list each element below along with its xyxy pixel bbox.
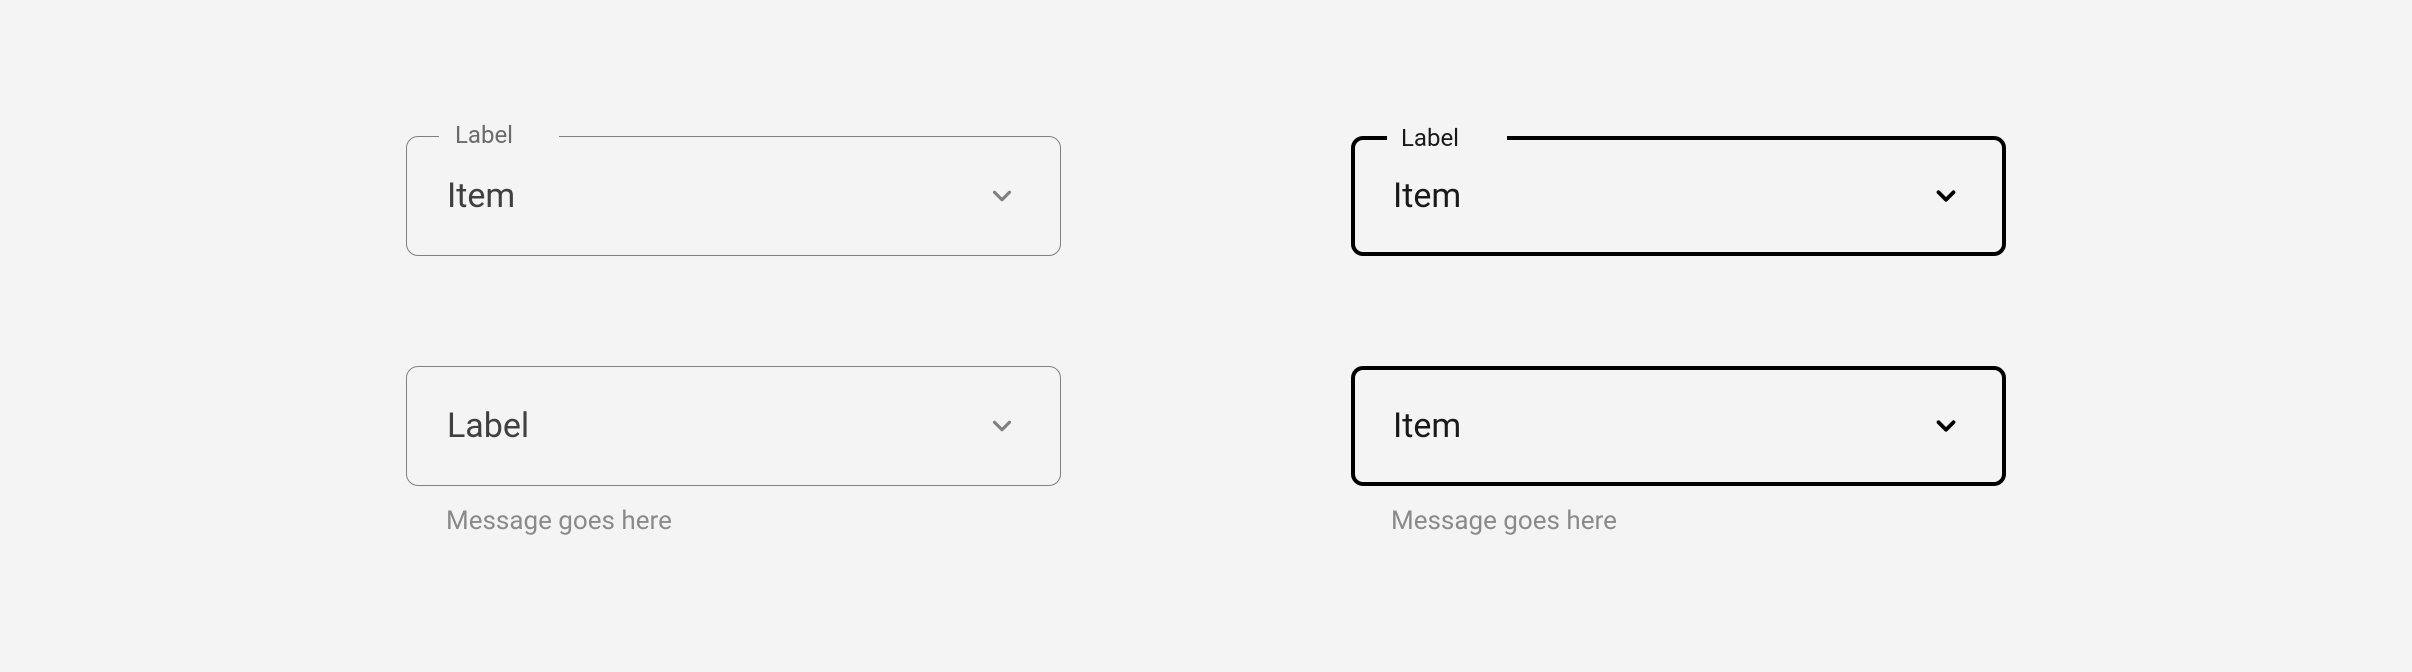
dropdown-field-focused-helper: Item Message goes here: [1351, 366, 2006, 536]
dropdown-value: Item: [1393, 406, 1928, 446]
chevron-down-icon: [984, 178, 1020, 214]
dropdown-float-label: Label: [451, 121, 517, 149]
dropdown-select[interactable]: Label: [406, 366, 1061, 486]
dropdown-field-default-labeled: Label Item: [406, 136, 1061, 256]
dropdown-helper-text: Message goes here: [446, 506, 1061, 536]
dropdown-float-label: Label: [1397, 124, 1463, 152]
dropdown-field-default-helper: Label Message goes here: [406, 366, 1061, 536]
dropdown-value: Item: [447, 176, 984, 216]
chevron-down-icon: [1928, 408, 1964, 444]
dropdown-value: Item: [1393, 176, 1928, 216]
dropdown-grid: Label Item Label Item Label: [406, 136, 2006, 536]
dropdown-select[interactable]: Label Item: [1351, 136, 2006, 256]
chevron-down-icon: [984, 408, 1020, 444]
dropdown-field-focused-labeled: Label Item: [1351, 136, 2006, 256]
dropdown-select[interactable]: Label Item: [406, 136, 1061, 256]
dropdown-helper-text: Message goes here: [1391, 506, 2006, 536]
dropdown-value: Label: [447, 406, 984, 446]
chevron-down-icon: [1928, 178, 1964, 214]
dropdown-select[interactable]: Item: [1351, 366, 2006, 486]
